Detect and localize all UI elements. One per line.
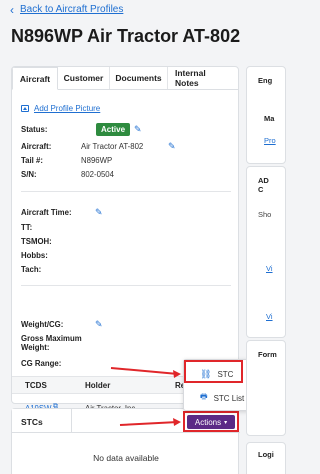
ad-card-link-2[interactable]: Vi [266,312,273,321]
aircraft-label: Aircraft: [21,142,52,151]
weight-cg-label: Weight/CG: [21,320,64,329]
print-icon: 🖶 [200,392,208,401]
engine-card-link[interactable]: Pro [264,136,276,145]
tsmoh-label: TSMOH: [21,237,52,246]
tab-customer[interactable]: Customer [58,67,110,89]
divider [21,285,231,286]
tail-value: N896WP [81,156,113,165]
logs-card-title: Logi [258,450,274,459]
cg-range-label: CG Range: [21,359,62,368]
edit-status-icon[interactable]: ✎ [134,125,142,134]
chevron-left-icon: ‹ [10,2,14,17]
tt-label: TT: [21,223,33,232]
forms-card-title: Form [258,350,277,359]
add-profile-picture-label: Add Profile Picture [34,104,101,113]
aircraft-value: Air Tractor AT-802 [81,142,144,151]
holder-header: Holder [85,381,111,390]
hobbs-label: Hobbs: [21,251,48,260]
edit-aircraft-time-icon[interactable]: ✎ [95,208,103,217]
divider [21,191,231,192]
back-to-aircraft-profiles-link[interactable]: ‹ Back to Aircraft Profiles [10,2,124,17]
divider [12,432,240,433]
annotation-box-actions [183,411,239,432]
aircraft-time-label: Aircraft Time: [21,208,72,217]
back-link-label: Back to Aircraft Profiles [20,4,124,15]
tab-internal-notes[interactable]: Internal Notes [168,67,238,89]
tab-aircraft[interactable]: Aircraft [12,67,58,90]
add-profile-picture-link[interactable]: Add Profile Picture [21,104,100,113]
page-title: N896WP Air Tractor AT-802 [11,26,241,46]
tcds-header: TCDS [25,381,47,390]
engine-card-ma: Ma [264,114,275,123]
sn-label: S/N: [21,170,37,179]
ad-card-title: AD C [258,176,269,194]
ad-card-show: Sho [258,210,272,219]
no-data-message: No data available [93,453,159,463]
tail-label: Tail #: [21,156,43,165]
annotation-box-stc [184,360,243,383]
tach-label: Tach: [21,265,42,274]
stcs-title: STCs [21,417,43,427]
edit-aircraft-icon[interactable]: ✎ [168,142,176,151]
image-icon [21,105,29,112]
ad-card-link-1[interactable]: Vi [266,264,273,273]
tab-documents[interactable]: Documents [110,67,168,89]
engine-card-title: Eng [258,76,273,85]
menu-item-stc-list-label: STC List [213,393,245,403]
profile-tabs: Aircraft Customer Documents Internal Not… [12,67,238,90]
status-badge: Active [96,123,131,136]
aircraft-profile-card: Aircraft Customer Documents Internal Not… [11,66,239,404]
gross-max-weight-label: Gross Maximum Weight: [21,334,82,352]
edit-weight-icon[interactable]: ✎ [95,320,103,329]
sn-value: 802-0504 [81,170,114,179]
status-label: Status: [21,125,48,134]
